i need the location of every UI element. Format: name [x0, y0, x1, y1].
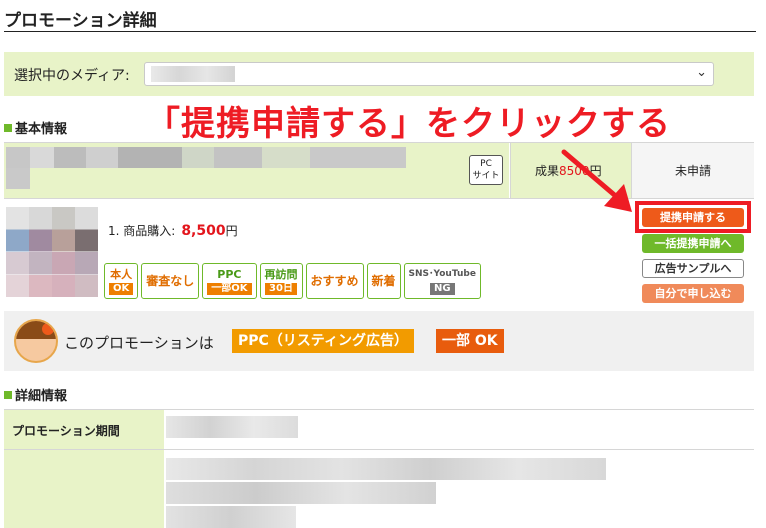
pointer-arrow-icon: [561, 149, 632, 212]
square-bullet-icon: [4, 124, 12, 132]
ppc-notice-text: このプロモーションは: [64, 334, 214, 352]
ppc-partial-ok-chip: 一部 OK: [436, 329, 504, 353]
action-buttons-cell: 提携申請する 一括提携申請へ 広告サンプルへ 自分で申し込む: [632, 199, 754, 311]
blurred-description-line: [166, 458, 606, 480]
promotion-name-cell: PC サイト: [4, 143, 509, 198]
promotion-detail-row: 1. 商品購入: 8,500円 本人 OK 審査なし PPC 一部OK 再訪問 30日 …: [4, 199, 754, 311]
self-apply-button[interactable]: 自分で申し込む: [642, 284, 744, 303]
tag-revisit: 再訪問 30日: [259, 263, 303, 299]
promotion-summary-row: PC サイト 成果8500円 未申請: [4, 142, 754, 199]
title-divider: [4, 31, 756, 32]
section-heading-basic: 基本情報: [4, 118, 67, 137]
tag-no-review: 審査なし: [141, 263, 200, 299]
section-heading-detail: 詳細情報: [4, 385, 67, 404]
blurred-period-value: [166, 416, 298, 438]
ppc-listing-chip: PPC（リスティング広告）: [232, 329, 414, 353]
promotion-main-cell: 1. 商品購入: 8,500円 本人 OK 審査なし PPC 一部OK 再訪問 30日 …: [4, 199, 631, 311]
pc-site-badge: PC サイト: [469, 155, 503, 185]
bulk-apply-button[interactable]: 一括提携申請へ: [642, 234, 744, 253]
status-cell: 未申請: [631, 143, 754, 198]
mascot-avatar: [14, 319, 58, 363]
tag-new: 新着: [366, 263, 401, 299]
chevron-down-icon: ⌄: [696, 65, 707, 80]
description-label: [4, 450, 164, 528]
ppc-notice-box: このプロモーションは PPC（リスティング広告） 一部 OK: [4, 311, 754, 371]
blurred-product-thumbnail: [6, 207, 98, 297]
tag-recommended: おすすめ: [305, 263, 364, 299]
blurred-media-name: [151, 66, 235, 82]
purchase-condition: 1. 商品購入: 8,500円: [108, 223, 238, 239]
blurred-description-line: [166, 506, 296, 528]
ad-sample-button[interactable]: 広告サンプルへ: [642, 259, 744, 278]
promotion-tags: 本人 OK 審査なし PPC 一部OK 再訪問 30日 おすすめ 新着 SNS･You…: [104, 263, 481, 299]
apply-partnership-button[interactable]: 提携申請する: [642, 208, 744, 227]
tag-sns-youtube: SNS･YouTube NG: [403, 263, 481, 299]
media-selector-label: 選択中のメディア:: [14, 68, 130, 84]
page-title: プロモーション詳細: [4, 11, 157, 31]
square-bullet-icon: [4, 391, 12, 399]
media-selector-bar: 選択中のメディア: ⌄: [4, 52, 754, 96]
period-label: プロモーション期間: [4, 410, 164, 449]
detail-row-period: プロモーション期間: [4, 409, 754, 449]
instruction-annotation: 「提携申請する」をクリックする: [146, 104, 671, 144]
detail-row-description: [4, 449, 754, 528]
application-status: 未申請: [674, 164, 711, 178]
media-select-dropdown[interactable]: ⌄: [144, 62, 714, 86]
blurred-description-line: [166, 482, 436, 504]
tag-ppc-partial: PPC 一部OK: [202, 263, 257, 299]
blurred-promotion-name: [6, 147, 406, 189]
tag-identity-ok: 本人 OK: [104, 263, 139, 299]
